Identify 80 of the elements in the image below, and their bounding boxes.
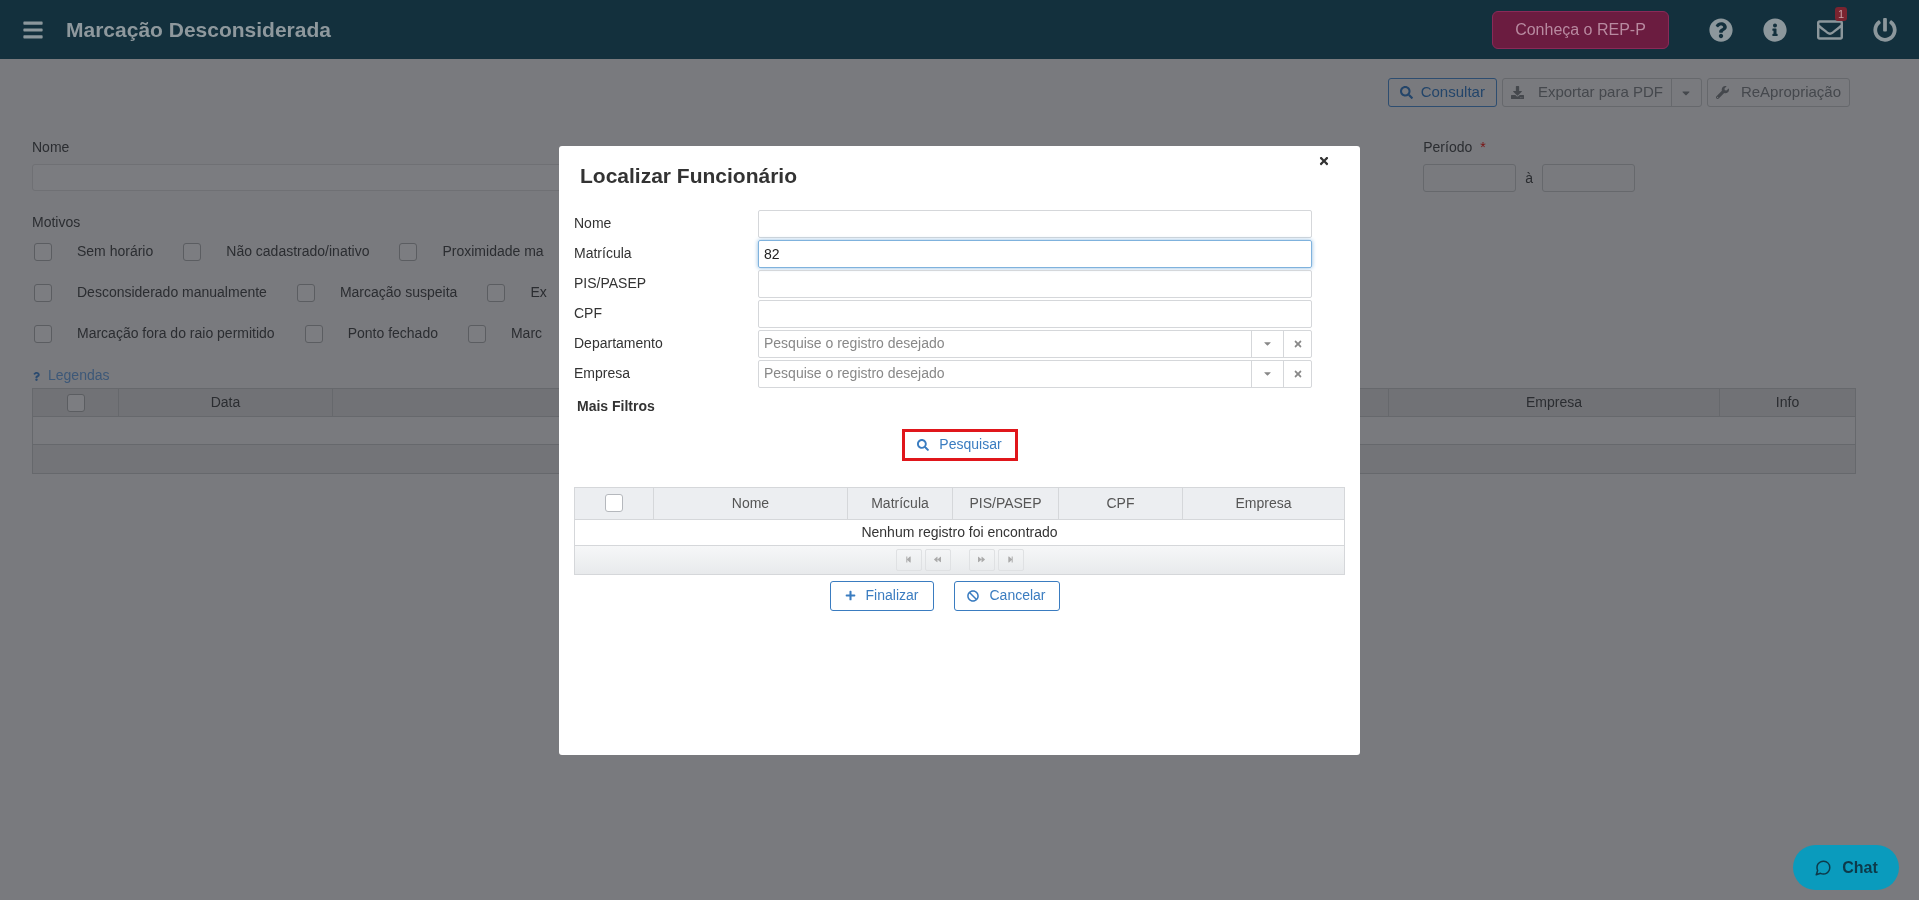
column-header: Data [119,389,333,416]
rewind-icon [934,556,941,563]
search-icon [1399,86,1413,99]
next-page-button[interactable] [968,548,995,571]
text-field[interactable] [758,269,1312,298]
power-icon[interactable] [1873,17,1897,42]
plus-icon [844,590,856,601]
consult-button[interactable]: Consultar [1387,78,1497,107]
checkbox[interactable] [304,324,323,343]
column-header: Matrícula [848,487,953,519]
period-separator: à [1525,168,1533,188]
checkbox[interactable] [183,242,202,261]
reason-label: Não cadastrado/inativo [226,242,370,261]
checkbox[interactable] [34,283,52,302]
promo-button[interactable]: Conheça o REP-P [1492,10,1669,49]
name-label: Nome [32,138,71,157]
reason-label: Ex [530,283,547,302]
finish-button[interactable]: Finalizar [829,580,934,611]
search-icon [917,438,930,451]
required-mark: * [1480,138,1486,157]
first-page-button[interactable] [895,548,922,571]
text-field[interactable]: 82 [758,239,1312,268]
column-header: Info [1774,393,1801,412]
page-title: Marcação Desconsiderada [66,16,331,43]
chat-icon [1814,858,1833,877]
reason-label: Marcação fora do raio permitido [77,324,275,343]
fast-forward-icon [978,556,985,563]
checkbox[interactable] [66,393,85,412]
reasons-label: Motivos [32,214,81,230]
reason-label: Marcação suspeita [339,283,458,302]
reason-label: Sem horário [77,242,154,261]
column-header: Nome [654,487,848,519]
field-label: Departamento [574,334,664,353]
more-filters-label: Mais Filtros [576,396,656,416]
search-button[interactable]: Pesquisar [901,428,1018,461]
lookup-field[interactable]: Pesquise o registro desejado [758,359,1312,388]
info-icon[interactable] [1763,17,1787,42]
cancel-button[interactable]: Cancelar [953,580,1060,611]
chat-button[interactable]: Chat [1793,845,1899,890]
notification-badge: 1 [1834,6,1847,21]
reason-label: Marc [510,324,543,343]
previous-page-button[interactable] [924,548,951,571]
field-label: Matrícula [574,244,633,263]
close-button[interactable] [1318,155,1330,167]
help-icon[interactable] [1709,17,1733,42]
cancel-icon [967,589,980,602]
checkbox[interactable] [467,324,486,343]
lookup-field[interactable]: Pesquise o registro desejado [758,329,1312,358]
column-header: PIS/PASEP [953,487,1059,519]
lookup-input[interactable]: Pesquise o registro desejado [759,360,1251,387]
empty-message: Nenhum registro foi encontrado [575,518,1344,545]
clear-icon[interactable] [1292,338,1303,349]
checkbox[interactable] [487,283,506,302]
column-header: Empresa [1389,389,1720,416]
reason-label: Desconsiderado manualmente [77,283,267,302]
field-label: Empresa [574,364,632,383]
checkbox[interactable] [34,324,52,343]
field-label: PIS/PASEP [574,274,648,293]
column-header: CPF [1059,487,1183,519]
last-page-icon [1007,556,1014,563]
lookup-input[interactable]: Pesquise o registro desejado [759,330,1251,357]
checkbox[interactable] [605,494,623,512]
field-label: CPF [574,304,603,323]
column-header: Empresa [1234,493,1293,513]
field-label: Nome [574,214,613,233]
download-icon [1510,86,1524,99]
checkbox[interactable] [296,283,315,302]
text-field[interactable] [758,209,1312,238]
wrench-icon [1715,86,1729,99]
checkbox[interactable] [399,242,418,261]
period-label: Período [1423,138,1473,157]
checkbox[interactable] [34,242,52,261]
dialog-title: Localizar Funcionário [580,163,798,189]
reason-label: Ponto fechado [347,324,438,343]
reason-label: Proximidade ma [442,242,544,261]
help-icon [32,372,41,381]
clear-icon[interactable] [1292,368,1303,379]
first-page-icon [905,556,912,563]
last-page-button[interactable] [997,548,1024,571]
text-field[interactable] [758,299,1312,328]
